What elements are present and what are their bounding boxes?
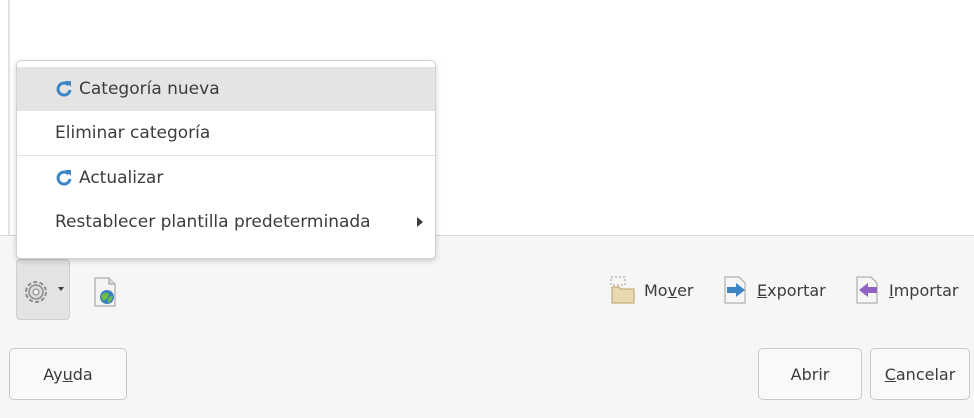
export-label: Exportar — [757, 280, 826, 300]
template-document-icon[interactable] — [92, 277, 120, 307]
import-action[interactable]: Importar — [855, 272, 958, 308]
cancel-button[interactable]: Cancelar — [870, 348, 970, 400]
settings-context-menu: Categoría nueva Eliminar categoría Actua… — [16, 60, 436, 259]
export-action[interactable]: Exportar — [723, 272, 826, 308]
chevron-right-icon — [417, 217, 423, 227]
refresh-icon — [56, 81, 72, 97]
menu-item-reset-default-template[interactable]: Restablecer plantilla predeterminada — [17, 200, 435, 244]
import-label: Importar — [889, 280, 959, 300]
chevron-down-icon — [58, 287, 64, 291]
help-button[interactable]: Ay u da — [9, 348, 127, 400]
settings-menu-button[interactable] — [16, 259, 70, 320]
move-label: Mover — [644, 280, 694, 300]
menu-item-refresh[interactable]: Actualizar — [17, 156, 435, 200]
refresh-icon — [56, 170, 72, 186]
menu-item-new-category[interactable]: Categoría nueva — [17, 67, 435, 111]
category-list-border — [8, 0, 10, 235]
move-action[interactable]: Mover — [610, 272, 693, 308]
arrow-left-icon — [856, 276, 878, 304]
arrow-right-icon — [724, 276, 746, 304]
gear-icon — [25, 281, 47, 303]
open-button[interactable]: Abrir — [758, 348, 862, 400]
folder-icon — [610, 276, 635, 304]
menu-item-delete-category[interactable]: Eliminar categoría — [17, 111, 435, 155]
